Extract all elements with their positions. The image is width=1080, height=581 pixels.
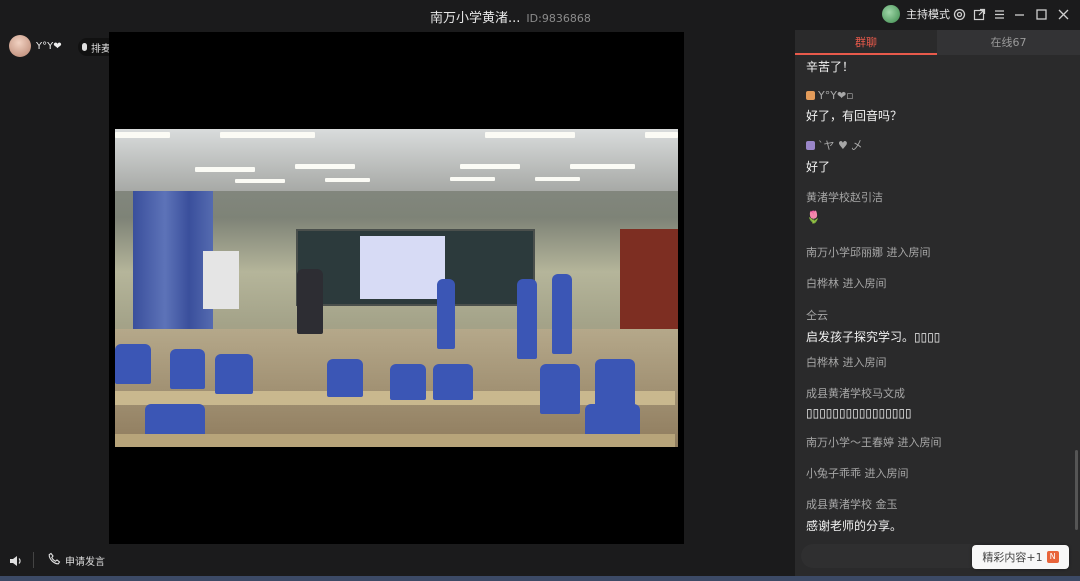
message-sender: Y°Y❤▫ xyxy=(818,89,854,102)
ceiling-light xyxy=(220,132,315,138)
title-bar: 南万小学黄渚... ID:9836868 主持模式 xyxy=(0,0,1080,30)
highlight-popup[interactable]: 精彩内容+1 N xyxy=(972,545,1069,569)
message-text: 启发孩子探究学习。▯▯▯▯ xyxy=(806,330,941,344)
chat-message: 成县黄渚学校马文成 ▯▯▯▯▯▯▯▯▯▯▯▯▯▯▯▯ xyxy=(806,385,912,420)
chat-message: 仝云 启发孩子探究学习。▯▯▯▯ xyxy=(806,307,940,345)
student-figure xyxy=(517,279,537,359)
ceiling-light xyxy=(195,167,255,172)
chat-tabs: 群聊 在线67 xyxy=(795,30,1080,55)
message-sender: `ヤ ♥ 乄 xyxy=(818,139,863,152)
ceiling-light xyxy=(295,164,355,169)
phone-icon xyxy=(48,552,61,568)
student-figure xyxy=(437,279,455,349)
ceiling-light xyxy=(570,164,635,169)
ceiling-light xyxy=(645,132,678,138)
user-name: Y°Y❤ xyxy=(36,40,62,52)
ceiling-light xyxy=(535,177,580,181)
menu-icon[interactable] xyxy=(991,6,1007,22)
current-user[interactable]: Y°Y❤ xyxy=(9,35,62,57)
student-figure xyxy=(215,354,253,394)
tab-online[interactable]: 在线67 xyxy=(937,30,1080,55)
message-sender: 成县黄渚学校马文成 xyxy=(806,387,905,400)
student-figure xyxy=(540,364,580,414)
student-figure xyxy=(595,359,635,409)
air-conditioner xyxy=(203,251,239,309)
rank-label: 排麦 xyxy=(91,43,111,55)
minimize-icon[interactable] xyxy=(1011,6,1027,22)
user-avatar xyxy=(9,35,31,57)
student-figure xyxy=(170,349,205,389)
window-title: 南万小学黄渚... ID:9836868 xyxy=(430,7,591,26)
projector-screen xyxy=(360,236,445,299)
chat-message: 南万小学～王春婷 进入房间 xyxy=(806,434,942,450)
taskbar xyxy=(0,576,1080,581)
tab-group-chat[interactable]: 群聊 xyxy=(795,30,937,55)
volume-icon[interactable] xyxy=(9,553,23,567)
chat-message: 黄渚学校赵引洁 🌷 xyxy=(806,189,883,224)
ceiling-light xyxy=(460,164,520,169)
message-text: 好了 xyxy=(806,160,831,174)
window-curtain xyxy=(133,191,213,341)
host-mode[interactable]: 主持模式 xyxy=(882,5,950,23)
ceiling-light xyxy=(325,178,370,182)
host-mode-label: 主持模式 xyxy=(906,8,950,21)
flower-emoji: 🌷 xyxy=(806,210,821,224)
message-list[interactable]: 辛苦了！ Y°Y❤▫ 好了，有回音吗？ `ヤ ♥ 乄 好了 黄渚学校赵引洁 🌷 … xyxy=(795,55,1080,545)
desks-row xyxy=(115,434,675,447)
video-player[interactable] xyxy=(109,32,684,544)
highlight-label: 精彩内容+1 xyxy=(982,551,1043,564)
apply-speak-button[interactable]: 申请发言 xyxy=(48,552,105,568)
student-figure xyxy=(390,364,426,400)
student-figure xyxy=(115,344,151,384)
message-text: ▯▯▯▯▯▯▯▯▯▯▯▯▯▯▯▯ xyxy=(806,406,912,420)
chat-message: 成县黄渚学校 金玉 感谢老师的分享。 xyxy=(806,496,902,534)
classroom-video-frame xyxy=(115,129,678,447)
classroom-door xyxy=(620,229,678,339)
teacher-figure xyxy=(297,269,323,334)
student-figure xyxy=(552,274,572,354)
message-text: 好了，有回音吗？ xyxy=(806,109,903,123)
message-text: 感谢老师的分享。 xyxy=(806,519,903,533)
chat-message: 白桦林 进入房间 xyxy=(806,354,887,370)
room-title: 南万小学黄渚... xyxy=(430,11,521,26)
enter-room-notice: 南万小学～王春婷 进入房间 xyxy=(806,436,942,449)
apply-speak-label: 申请发言 xyxy=(65,556,105,568)
ceiling-light xyxy=(235,179,285,183)
new-badge: N xyxy=(1046,551,1059,563)
room-id: ID:9836868 xyxy=(526,12,591,25)
enter-room-notice: 白桦林 进入房间 xyxy=(806,356,887,369)
popout-icon[interactable] xyxy=(971,6,987,22)
chat-message: `ヤ ♥ 乄 好了 xyxy=(806,137,862,175)
message-sender: 仝云 xyxy=(806,309,828,322)
user-badge-icon xyxy=(806,141,815,150)
chat-message: 辛苦了！ xyxy=(806,58,854,75)
footer-divider xyxy=(33,552,34,568)
chat-message: 白桦林 进入房间 xyxy=(806,275,887,291)
enter-room-notice: 南万小学邱丽娜 进入房间 xyxy=(806,246,931,259)
host-avatar xyxy=(882,5,900,23)
chat-panel: 群聊 在线67 辛苦了！ Y°Y❤▫ 好了，有回音吗？ `ヤ ♥ 乄 好了 黄渚… xyxy=(795,30,1080,576)
message-sender: 成县黄渚学校 金玉 xyxy=(806,498,898,511)
message-sender: 黄渚学校赵引洁 xyxy=(806,191,883,204)
ceiling-light xyxy=(450,177,495,181)
chat-message: Y°Y❤▫ 好了，有回音吗？ xyxy=(806,89,902,124)
student-figure xyxy=(327,359,363,397)
settings-icon[interactable] xyxy=(951,6,967,22)
chat-input[interactable] xyxy=(801,544,991,568)
close-icon[interactable] xyxy=(1055,6,1071,22)
mic-icon xyxy=(82,43,87,51)
chat-scrollbar[interactable] xyxy=(1075,450,1078,530)
ceiling-light xyxy=(485,132,575,138)
user-badge-icon xyxy=(806,91,815,100)
chat-message: 南万小学邱丽娜 进入房间 xyxy=(806,244,931,260)
message-text: 辛苦了！ xyxy=(806,60,855,74)
maximize-icon[interactable] xyxy=(1033,6,1049,22)
ceiling-light xyxy=(115,132,170,138)
ceiling xyxy=(115,129,678,191)
blackboard xyxy=(296,229,535,306)
student-figure xyxy=(433,364,473,400)
chat-message: 小兔子乖乖 进入房间 xyxy=(806,465,909,481)
enter-room-notice: 白桦林 进入房间 xyxy=(806,277,887,290)
enter-room-notice: 小兔子乖乖 进入房间 xyxy=(806,467,909,480)
